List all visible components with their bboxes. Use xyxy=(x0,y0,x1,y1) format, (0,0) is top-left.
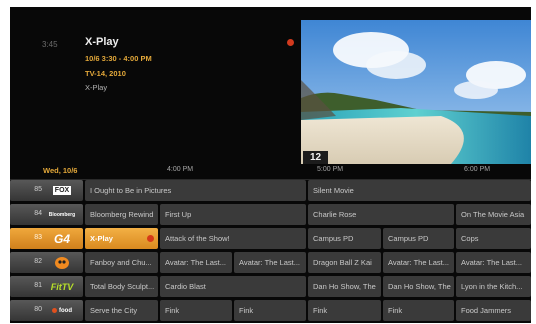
record-icon xyxy=(147,235,154,242)
program-cell[interactable]: Fink xyxy=(308,300,381,321)
program-cell[interactable]: Cops xyxy=(456,228,531,249)
channel-number: 83 xyxy=(34,234,42,241)
channel-number: 84 xyxy=(34,210,42,217)
program-cell[interactable]: Avatar: The Last... xyxy=(456,252,531,273)
logo-text: FitTV xyxy=(50,281,74,292)
program-rating: TV-14, 2010 xyxy=(85,69,126,78)
channel-80[interactable]: 80 food xyxy=(10,300,83,321)
program-cell[interactable]: Lyon in the Kitch... xyxy=(456,276,531,297)
logo-text: food xyxy=(59,307,72,314)
channel-number: 82 xyxy=(34,258,42,265)
time-slot-6pm: 6:00 PM xyxy=(464,166,491,173)
program-cell[interactable]: Fink xyxy=(234,300,306,321)
food-network-logo: food xyxy=(48,303,76,318)
cartoon-logo xyxy=(48,255,76,270)
channel-number: 81 xyxy=(34,282,42,289)
program-cell[interactable]: Total Body Sculpt... xyxy=(85,276,158,297)
program-cell-selected[interactable]: X-Play xyxy=(85,228,158,249)
program-cell[interactable]: Cardio Blast xyxy=(160,276,306,297)
program-cell[interactable]: Dan Ho Show, The xyxy=(383,276,454,297)
fittv-logo: FitTV xyxy=(48,279,76,294)
channel-number: 80 xyxy=(34,306,42,313)
time-slot-5pm: 5:00 PM xyxy=(317,166,344,173)
program-cell[interactable]: I Ought to Be in Pictures xyxy=(85,180,306,201)
program-cell[interactable]: Fink xyxy=(160,300,232,321)
program-subtitle: X-Play xyxy=(85,83,108,92)
program-cell[interactable]: Avatar: The Last... xyxy=(234,252,306,273)
channel-81[interactable]: 81 FitTV xyxy=(10,276,83,297)
channel-number: 85 xyxy=(34,186,42,193)
program-cell[interactable]: Charlie Rose xyxy=(308,204,454,225)
g4-logo: G4 xyxy=(48,231,76,246)
clock: 3:45 xyxy=(42,40,58,49)
program-cell[interactable]: Food Jammers xyxy=(456,300,531,321)
logo-text: G4 xyxy=(53,231,70,246)
program-cell[interactable]: Serve the City xyxy=(85,300,158,321)
program-title: X-Play xyxy=(90,234,113,243)
program-cell[interactable]: Avatar: The Last... xyxy=(383,252,454,273)
record-icon xyxy=(287,39,294,46)
program-cell[interactable]: Attack of the Show! xyxy=(160,228,306,249)
channel-84[interactable]: 84 Bloomberg xyxy=(10,204,83,225)
program-cell[interactable]: Dan Ho Show, The xyxy=(308,276,381,297)
program-cell[interactable]: On The Movie Asia xyxy=(456,204,531,225)
fox-movie-channel-logo: FOX xyxy=(48,183,76,198)
logo-text: FOX xyxy=(52,186,72,195)
channel-83[interactable]: 83 G4 xyxy=(10,228,83,249)
program-cell[interactable]: Avatar: The Last... xyxy=(160,252,232,273)
program-cell[interactable]: Fanboy and Chu... xyxy=(85,252,158,273)
program-cell[interactable]: Campus PD xyxy=(383,228,454,249)
program-cell[interactable]: Fink xyxy=(383,300,454,321)
bloomberg-logo: Bloomberg xyxy=(48,207,76,222)
program-cell[interactable]: Bloomberg Rewind xyxy=(85,204,158,225)
program-airtime: 10/6 3:30 - 4:00 PM xyxy=(85,54,152,63)
channel-85[interactable]: 85 FOX xyxy=(10,180,83,201)
live-preview[interactable]: 12 xyxy=(301,20,531,164)
guide-date: Wed, 10/6 xyxy=(43,166,78,175)
preview-channel-number: 12 xyxy=(303,151,329,164)
logo-text: Bloomberg xyxy=(48,211,76,218)
timeline-header: Wed, 10/6 4:00 PM 5:00 PM 6:00 PM xyxy=(10,164,531,180)
program-cell[interactable]: First Up xyxy=(160,204,306,225)
program-cell[interactable]: Silent Movie xyxy=(308,180,531,201)
program-cell[interactable]: Dragon Ball Z Kai xyxy=(308,252,381,273)
beach-scene-image xyxy=(301,20,531,164)
tv-guide-screen: 3:45 X-Play 10/6 3:30 - 4:00 PM TV-14, 2… xyxy=(10,7,531,323)
program-title: X-Play xyxy=(85,36,119,48)
time-slot-4pm: 4:00 PM xyxy=(167,166,194,173)
program-cell[interactable]: Campus PD xyxy=(308,228,381,249)
channel-82[interactable]: 82 xyxy=(10,252,83,273)
